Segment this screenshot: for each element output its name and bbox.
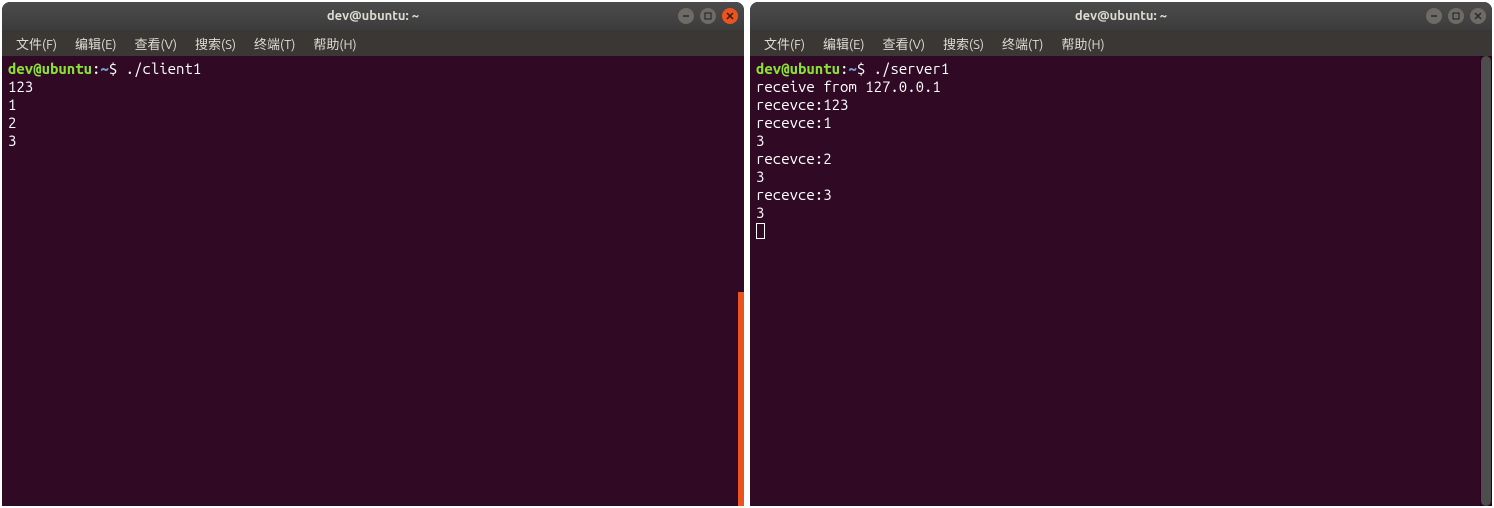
minimize-button[interactable] [678,8,694,24]
close-button[interactable] [722,8,738,24]
prompt-at: @ [33,60,41,77]
menu-terminal[interactable]: 终端(T) [994,32,1051,55]
menu-view[interactable]: 查看(V) [127,32,185,55]
menu-edit[interactable]: 编辑(E) [815,32,872,55]
window-title: dev@ubuntu: ~ [1075,9,1167,23]
cursor-line [756,222,1486,240]
output-line: 2 [8,114,738,132]
menu-file[interactable]: 文件(F) [8,32,65,55]
prompt-path: ~ [848,60,856,77]
terminal-body[interactable]: dev@ubuntu:~$ ./client1 123 1 2 3 [2,56,744,506]
menu-terminal[interactable]: 终端(T) [246,32,303,55]
menu-help[interactable]: 帮助(H) [305,32,364,55]
menubar: 文件(F) 编辑(E) 查看(V) 搜索(S) 终端(T) 帮助(H) [750,30,1492,56]
menu-search[interactable]: 搜索(S) [187,32,244,55]
output-line: 123 [8,78,738,96]
terminal-window-left: dev@ubuntu: ~ 文件(F) 编辑(E) 查看(V) 搜索(S) 终端… [2,2,744,506]
maximize-button[interactable] [700,8,716,24]
output-line: recevce:3 [756,186,1486,204]
window-controls [1426,8,1486,24]
active-window-indicator [738,292,744,506]
output-line: recevce:1 [756,114,1486,132]
terminal-body[interactable]: dev@ubuntu:~$ ./server1 receive from 127… [750,56,1492,506]
prompt-user: dev [8,60,33,77]
window-controls [678,8,738,24]
prompt-line: dev@ubuntu:~$ ./server1 [756,60,1486,78]
output-line: receive from 127.0.0.1 [756,78,1486,96]
scrollbar-thumb[interactable] [1481,56,1491,506]
menu-help[interactable]: 帮助(H) [1053,32,1112,55]
output-line: 1 [8,96,738,114]
command-text: ./client1 [117,60,201,77]
output-line: 3 [756,204,1486,222]
output-line: recevce:2 [756,150,1486,168]
window-title: dev@ubuntu: ~ [327,9,419,23]
output-line: 3 [8,132,738,150]
command-text: ./server1 [865,60,949,77]
prompt-path: ~ [100,60,108,77]
titlebar[interactable]: dev@ubuntu: ~ [750,2,1492,30]
prompt-symbol: $ [109,60,117,77]
prompt-user: dev [756,60,781,77]
prompt-host: ubuntu [790,60,840,77]
menubar: 文件(F) 编辑(E) 查看(V) 搜索(S) 终端(T) 帮助(H) [2,30,744,56]
maximize-button[interactable] [1448,8,1464,24]
output-line: recevce:123 [756,96,1486,114]
menu-file[interactable]: 文件(F) [756,32,813,55]
minimize-button[interactable] [1426,8,1442,24]
prompt-symbol: $ [857,60,865,77]
menu-view[interactable]: 查看(V) [875,32,933,55]
output-line: 3 [756,168,1486,186]
terminal-window-right: dev@ubuntu: ~ 文件(F) 编辑(E) 查看(V) 搜索(S) 终端… [750,2,1492,506]
menu-search[interactable]: 搜索(S) [935,32,992,55]
titlebar[interactable]: dev@ubuntu: ~ [2,2,744,30]
prompt-line: dev@ubuntu:~$ ./client1 [8,60,738,78]
prompt-host: ubuntu [42,60,92,77]
prompt-at: @ [781,60,789,77]
terminal-cursor [756,223,765,239]
scrollbar[interactable] [1480,56,1492,506]
close-button[interactable] [1470,8,1486,24]
menu-edit[interactable]: 编辑(E) [67,32,124,55]
output-line: 3 [756,132,1486,150]
